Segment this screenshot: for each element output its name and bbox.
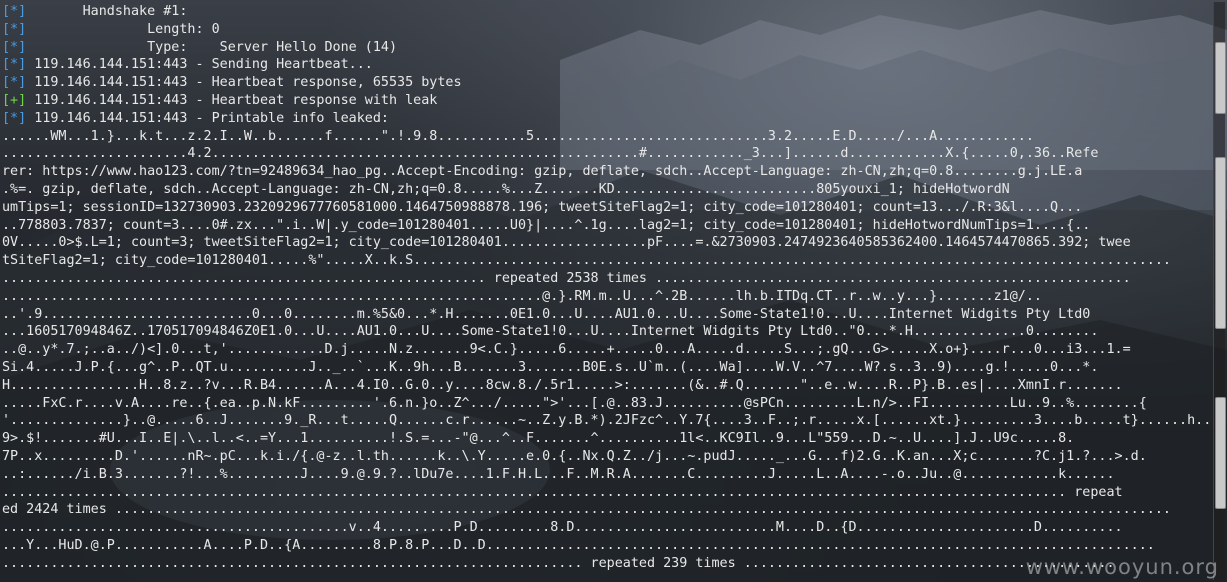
output-line: [*] Handshake #1: [2,4,188,19]
leak-dump-line: ...Y...HuD.@.P...........A....P.D..{A...… [2,537,1155,553]
leak-dump-line: ........................................… [2,270,1131,286]
leak-dump-line: 9>.$!.......#U...I..E|.\..l..<..=Y...1..… [2,431,1075,447]
leak-dump-line: ..'.9..........................0...0....… [2,306,1091,322]
leak-dump-line: ed 2424 times ..........................… [2,502,1171,518]
vertical-scrollbar[interactable] [1213,2,1226,580]
leak-dump-line: ........................................… [2,288,1042,304]
output-line: [*] Length: 0 [2,21,220,37]
output-line: [+] 119.146.144.151:443 - Heartbeat resp… [2,92,438,108]
scrollbar-thumb[interactable] [1215,42,1226,114]
terminal-output[interactable]: [*] Handshake #1: [*] Length: 0 [*] Type… [2,3,1212,573]
leak-dump-line: ..:....../i.B.3.......?!...%.........J..… [2,466,1115,482]
scrollbar-thumb[interactable] [1215,397,1226,509]
leak-dump-line: H................H..8.z..?v...R.B4......… [2,377,1123,393]
leak-dump-line: umTips=1; sessionID=132730903.2320929677… [2,199,1083,215]
leak-dump-line: 7P..x.........D.'......nR~.pC...k.i./{.@… [2,448,1147,464]
leak-dump-line: ......WM...1.}...k.t...z.2.I..W..b......… [2,128,1034,144]
leak-dump-line: ........................................… [2,520,1123,536]
output-line: [*] Type: Server Hello Done (14) [2,39,398,55]
leak-dump-line: .%=. gzip, deflate, sdch..Accept-Languag… [2,181,1010,197]
leak-dump-line: rer: https://www.hao123.com/?tn=92489634… [2,164,1083,180]
output-line: [*] 119.146.144.151:443 - Heartbeat resp… [2,75,462,91]
leak-dump-line: tSiteFlag2=1; city_code=101280401.....%"… [2,253,1171,269]
terminal-window[interactable]: [*] Handshake #1: [*] Length: 0 [*] Type… [0,0,1227,582]
leak-dump-line: ..@..y*.7.;..a../)<].0...t,'............… [2,342,1131,358]
leak-dump-line: '..............}..@.....6..J.......9._R.… [2,413,1212,429]
output-line: [*] 119.146.144.151:443 - Sending Heartb… [2,57,373,73]
leak-dump-line: .....FxC.r....v.A....re..{.ea..p.N.kF...… [2,395,1147,411]
leak-dump-line: ..778803.7837; count=3....0#.zx...".i..W… [2,217,1091,233]
leak-dump-line: Si.4.....J.P.{...g^..P..QT.u..........J.… [2,359,1099,375]
watermark-text: www.wooyun.org [1025,555,1219,579]
scrollbar-thumb[interactable] [1215,157,1226,329]
leak-dump-line: ...160517094846Z..170517094846Z0E1.0...U… [2,324,1099,340]
leak-dump-line: .......................4.2..............… [2,146,1099,162]
output-line: [*] 119.146.144.151:443 - Printable info… [2,110,389,126]
leak-dump-line: ........................................… [2,484,1123,500]
leak-dump-line: 0V.....0>$.L=1; count=3; tweetSiteFlag2=… [2,235,1131,251]
